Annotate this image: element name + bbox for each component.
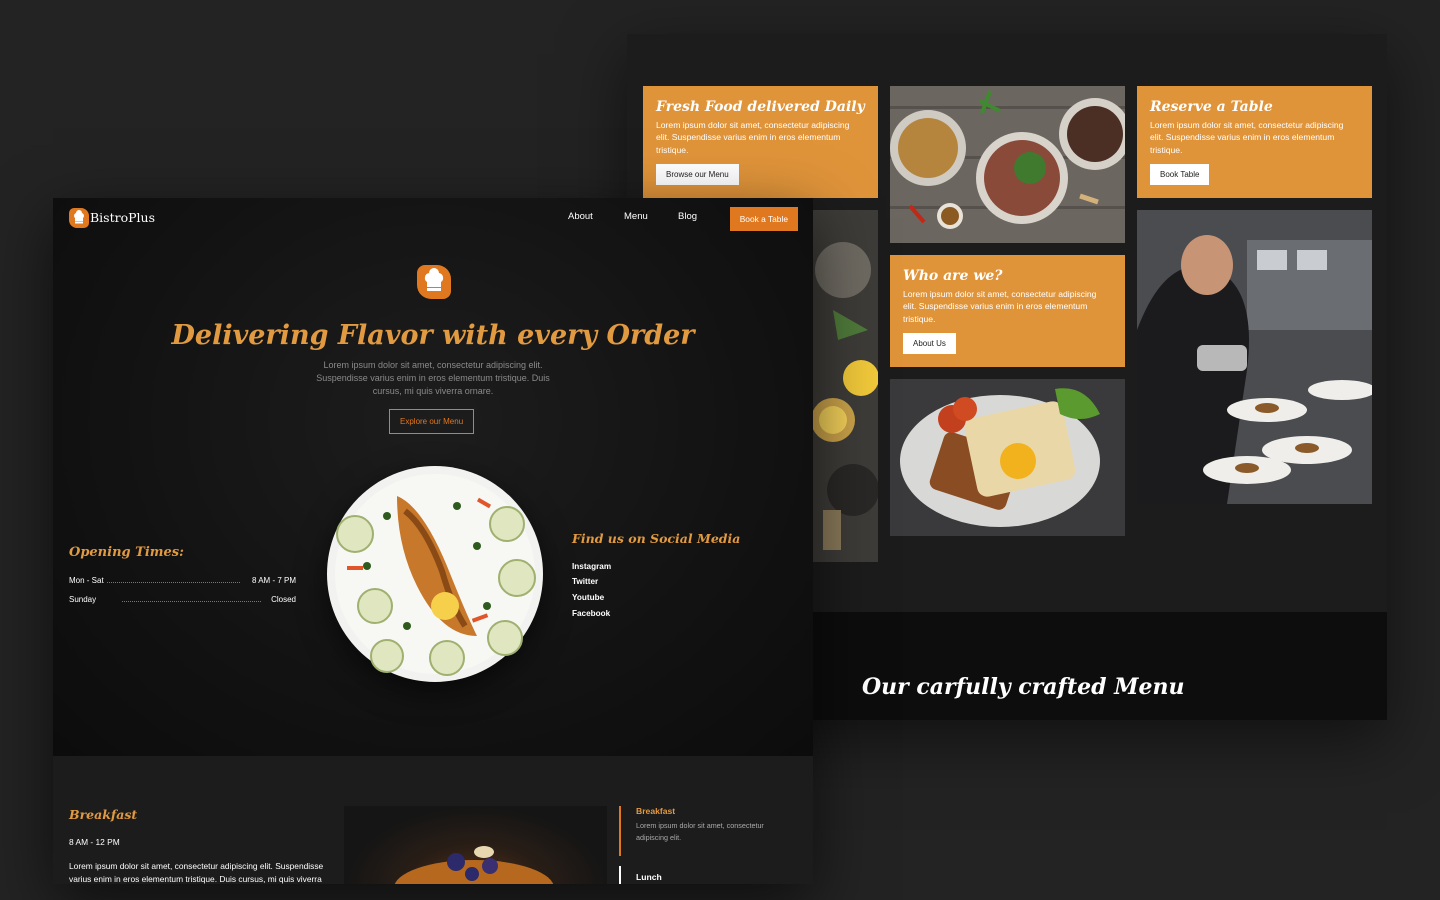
facebook-link[interactable]: Facebook [572,609,610,618]
youtube-link[interactable]: Youtube [572,593,604,602]
hero-section: BistroPlus About Menu Blog Book a Table … [53,198,813,756]
side-item-text: Lorem ipsum dolor sit amet, consectetur … [636,821,764,842]
fresh-food-card: Fresh Food delivered Daily Lorem ipsum d… [643,86,878,198]
front-page-mockup: BistroPlus About Menu Blog Book a Table … [53,198,813,884]
about-us-button[interactable]: About Us [903,333,956,355]
breakfast-time: 8 AM - 12 PM [69,837,120,847]
side-item-title: Breakfast [636,806,676,816]
card-text: Lorem ipsum dolor sit amet, consectetur … [903,289,1097,324]
opening-times-title: Opening Times: [69,545,184,560]
hours-time: 8 AM - 7 PM [251,576,296,585]
hours-row: Mon - Sat 8 AM - 7 PM [69,576,296,585]
twitter-link[interactable]: Twitter [572,577,598,586]
menu-preview-section: Breakfast 8 AM - 12 PM Lorem ipsum dolor… [53,756,813,884]
reserve-table-card: Reserve a Table Lorem ipsum dolor sit am… [1137,86,1372,198]
card-text: Lorem ipsum dolor sit amet, consectetur … [1150,120,1344,155]
chef-hat-icon [417,265,451,299]
card-title: Who are we? [903,268,1003,284]
nav-blog-link[interactable]: Blog [678,211,697,222]
side-item-title: Lunch [636,872,662,882]
brand-name[interactable]: BistroPlus [90,210,155,225]
fish-dish-image [327,466,543,682]
chef-hat-logo-icon[interactable] [69,208,89,228]
card-title: Fresh Food delivered Daily [656,99,865,115]
food-photo-bowls [890,86,1125,243]
hours-day: Mon - Sat [69,576,104,585]
breakfast-title: Breakfast [69,807,138,822]
dotted-divider [122,601,261,602]
food-photo-eggs-toast [890,379,1125,536]
chef-photo [1137,210,1372,504]
book-a-table-button[interactable]: Book a Table [729,207,798,231]
explore-menu-button[interactable]: Explore our Menu [389,409,475,434]
menu-heading: Our carfully crafted Menu [862,674,1185,700]
pancake-image [344,806,607,884]
nav-menu-link[interactable]: Menu [624,211,648,222]
card-text: Lorem ipsum dolor sit amet, consectetur … [656,120,850,155]
book-table-button[interactable]: Book Table [1150,164,1210,186]
hours-row: Sunday Closed [69,595,296,604]
instagram-link[interactable]: Instagram [572,562,611,571]
dotted-divider [107,582,240,583]
food-photo-lemons [813,210,878,562]
social-media-title: Find us on Social Media [572,531,741,546]
hours-time: Closed [271,595,296,604]
browse-menu-button[interactable]: Browse our Menu [656,164,739,186]
hero-subtitle: Lorem ipsum dolor sit amet, consectetur … [316,360,550,397]
hero-title: Delivering Flavor with every Order [171,320,695,351]
breakfast-text: Lorem ipsum dolor sit amet, consectetur … [69,861,324,884]
side-menu-item[interactable]: Lunch [619,866,662,884]
hours-day: Sunday [69,595,97,604]
navbar: BistroPlus About Menu Blog Book a Table [69,207,798,231]
menu-section-band: Our carfully crafted Menu [813,612,1387,720]
nav-about-link[interactable]: About [568,211,593,222]
who-are-we-card: Who are we? Lorem ipsum dolor sit amet, … [890,255,1125,367]
side-menu-item[interactable]: Breakfast Lorem ipsum dolor sit amet, co… [619,806,786,856]
card-title: Reserve a Table [1150,99,1273,115]
